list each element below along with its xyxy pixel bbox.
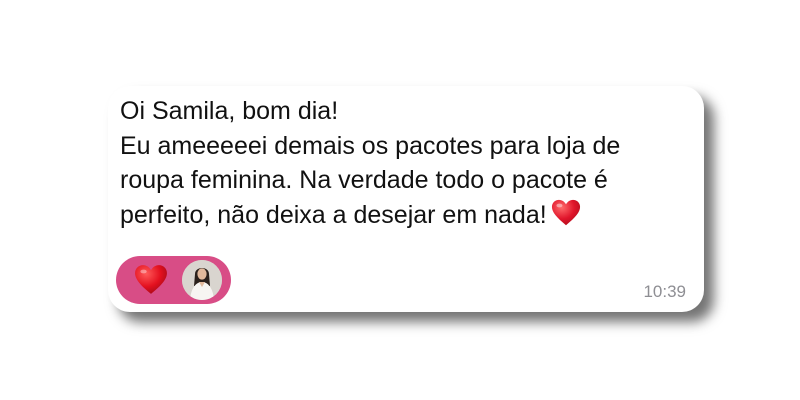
heart-reaction-icon: [135, 265, 167, 294]
message-line: Oi Samila, bom dia!: [120, 97, 339, 125]
reactor-avatar[interactable]: [182, 260, 222, 300]
person-avatar-icon: [182, 260, 222, 300]
message-line: Eu ameeeeei demais os pacotes para loja …: [120, 131, 621, 160]
message-line-last: perfeito, não deixa a desejar em nada!: [120, 198, 698, 233]
message-bubble[interactable]: Oi Samila, bom dia! Eu ameeeeei demais o…: [108, 86, 704, 312]
message-text: Oi Samila, bom dia! Eu ameeeeei demais o…: [120, 94, 698, 232]
message-line: roupa feminina. Na verdade todo o pacote…: [120, 166, 608, 194]
heart-emoji-icon: [551, 199, 580, 225]
message-line-text: perfeito, não deixa a desejar em nada!: [120, 200, 547, 229]
reaction-button[interactable]: [116, 256, 231, 304]
message-timestamp: 10:39: [643, 282, 686, 301]
